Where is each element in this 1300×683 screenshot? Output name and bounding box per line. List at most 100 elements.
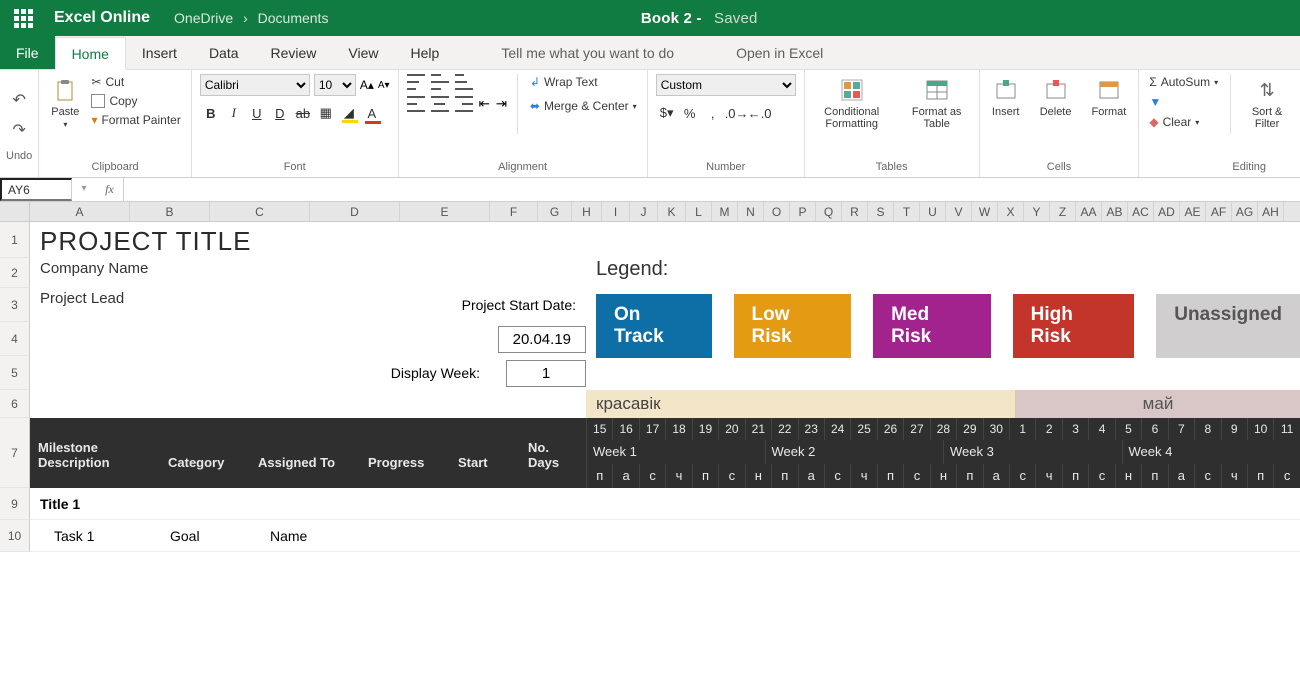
- column-header[interactable]: AD: [1154, 202, 1180, 221]
- wrap-text-button[interactable]: ↲Wrap Text: [528, 74, 639, 90]
- column-header[interactable]: G: [538, 202, 572, 221]
- bold-button[interactable]: B: [200, 102, 222, 124]
- fill-button[interactable]: ▼: [1147, 94, 1220, 110]
- column-header[interactable]: F: [490, 202, 538, 221]
- tell-me-search[interactable]: Tell me what you want to do: [485, 36, 690, 69]
- column-header[interactable]: T: [894, 202, 920, 221]
- column-header[interactable]: AC: [1128, 202, 1154, 221]
- column-header[interactable]: Z: [1050, 202, 1076, 221]
- decrease-decimal-button[interactable]: ←.0: [748, 102, 770, 124]
- select-all-corner[interactable]: [0, 202, 30, 221]
- column-header[interactable]: AA: [1076, 202, 1102, 221]
- format-as-table-button[interactable]: Format as Table: [903, 74, 971, 132]
- row-header[interactable]: 6: [0, 390, 30, 418]
- comma-button[interactable]: ,: [702, 102, 724, 124]
- tab-help[interactable]: Help: [395, 36, 456, 69]
- column-header[interactable]: Q: [816, 202, 842, 221]
- task-row-title[interactable]: Title 1: [30, 488, 1300, 520]
- column-header[interactable]: E: [400, 202, 490, 221]
- redo-icon[interactable]: ↷: [12, 120, 25, 140]
- column-header[interactable]: AF: [1206, 202, 1232, 221]
- align-left-icon[interactable]: [407, 96, 425, 112]
- start-date-value[interactable]: 20.04.19: [498, 326, 586, 353]
- column-header[interactable]: P: [790, 202, 816, 221]
- copy-button[interactable]: Copy: [89, 93, 182, 109]
- grow-font-button[interactable]: A▴: [360, 78, 374, 92]
- formula-input[interactable]: [124, 178, 1300, 201]
- open-in-excel[interactable]: Open in Excel: [720, 36, 839, 69]
- tab-insert[interactable]: Insert: [126, 36, 193, 69]
- column-header[interactable]: J: [630, 202, 658, 221]
- column-header[interactable]: X: [998, 202, 1024, 221]
- shrink-font-button[interactable]: A▾: [378, 80, 390, 91]
- borders-button[interactable]: ▦: [315, 102, 337, 124]
- column-header[interactable]: L: [686, 202, 712, 221]
- milestone-title[interactable]: Title 1: [30, 496, 586, 512]
- sort-filter-button[interactable]: ⇅Sort & Filter: [1241, 74, 1293, 132]
- font-color-button[interactable]: A: [361, 102, 383, 124]
- double-underline-button[interactable]: D: [269, 102, 291, 124]
- project-title[interactable]: PROJECT TITLE: [30, 222, 586, 258]
- column-header[interactable]: AG: [1232, 202, 1258, 221]
- breadcrumb[interactable]: OneDrive › Documents: [174, 10, 328, 26]
- paste-button[interactable]: Paste ▾: [47, 74, 83, 131]
- name-box[interactable]: [0, 178, 72, 201]
- row-header[interactable]: 3: [0, 288, 30, 322]
- column-header[interactable]: I: [602, 202, 630, 221]
- column-header[interactable]: K: [658, 202, 686, 221]
- task-category[interactable]: Goal: [160, 528, 260, 544]
- column-header[interactable]: O: [764, 202, 790, 221]
- row-header[interactable]: 1: [0, 222, 30, 258]
- fx-icon[interactable]: fx: [96, 178, 124, 201]
- undo-icon[interactable]: ↶: [12, 90, 25, 110]
- column-header[interactable]: A: [30, 202, 130, 221]
- tab-view[interactable]: View: [332, 36, 394, 69]
- document-title[interactable]: Book 2 - Saved: [328, 10, 1070, 27]
- name-box-dropdown[interactable]: ▾: [72, 178, 96, 201]
- conditional-formatting-button[interactable]: Conditional Formatting: [813, 74, 891, 132]
- align-top-icon[interactable]: [407, 74, 425, 90]
- strike-button[interactable]: ab: [292, 102, 314, 124]
- company-name[interactable]: Company Name: [30, 258, 586, 288]
- tab-review[interactable]: Review: [255, 36, 333, 69]
- format-cells-button[interactable]: Format: [1087, 74, 1130, 120]
- underline-button[interactable]: U: [246, 102, 268, 124]
- currency-button[interactable]: $▾: [656, 102, 678, 124]
- column-header[interactable]: N: [738, 202, 764, 221]
- tab-file[interactable]: File: [0, 36, 55, 69]
- column-header[interactable]: V: [946, 202, 972, 221]
- task-row[interactable]: Task 1 Goal Name: [30, 520, 1300, 552]
- tab-home[interactable]: Home: [55, 37, 126, 70]
- column-header[interactable]: AE: [1180, 202, 1206, 221]
- task-name[interactable]: Task 1: [30, 528, 160, 544]
- column-header[interactable]: B: [130, 202, 210, 221]
- column-header[interactable]: S: [868, 202, 894, 221]
- cells-area[interactable]: PROJECT TITLE Company Name Legend: Proje…: [30, 222, 1300, 552]
- column-header[interactable]: D: [310, 202, 400, 221]
- row-header[interactable]: 5: [0, 356, 30, 390]
- insert-cells-button[interactable]: Insert: [988, 74, 1024, 120]
- increase-indent-button[interactable]: ⇥: [496, 96, 507, 112]
- worksheet[interactable]: ABCDEFGHIJKLMNOPQRSTUVWXYZAAABACADAEAFAG…: [0, 202, 1300, 552]
- app-launcher-icon[interactable]: [10, 5, 40, 32]
- breadcrumb-folder[interactable]: Documents: [258, 10, 329, 26]
- project-lead[interactable]: Project Lead: [30, 288, 310, 322]
- percent-button[interactable]: %: [679, 102, 701, 124]
- clear-button[interactable]: ◆Clear▾: [1147, 114, 1220, 130]
- row-header[interactable]: 10: [0, 520, 30, 552]
- align-middle-icon[interactable]: [431, 74, 449, 90]
- decrease-indent-button[interactable]: ⇤: [479, 96, 490, 112]
- column-header[interactable]: Y: [1024, 202, 1050, 221]
- column-header[interactable]: R: [842, 202, 868, 221]
- column-header[interactable]: W: [972, 202, 998, 221]
- autosum-button[interactable]: ΣAutoSum▾: [1147, 74, 1220, 90]
- number-format-select[interactable]: Custom: [656, 74, 796, 96]
- breadcrumb-root[interactable]: OneDrive: [174, 10, 233, 26]
- align-bottom-icon[interactable]: [455, 74, 473, 90]
- font-size-select[interactable]: 10: [314, 74, 356, 96]
- row-header[interactable]: 2: [0, 258, 30, 288]
- increase-decimal-button[interactable]: .0→: [725, 102, 747, 124]
- align-right-icon[interactable]: [455, 96, 473, 112]
- column-header[interactable]: AH: [1258, 202, 1284, 221]
- row-header[interactable]: 7: [0, 418, 30, 488]
